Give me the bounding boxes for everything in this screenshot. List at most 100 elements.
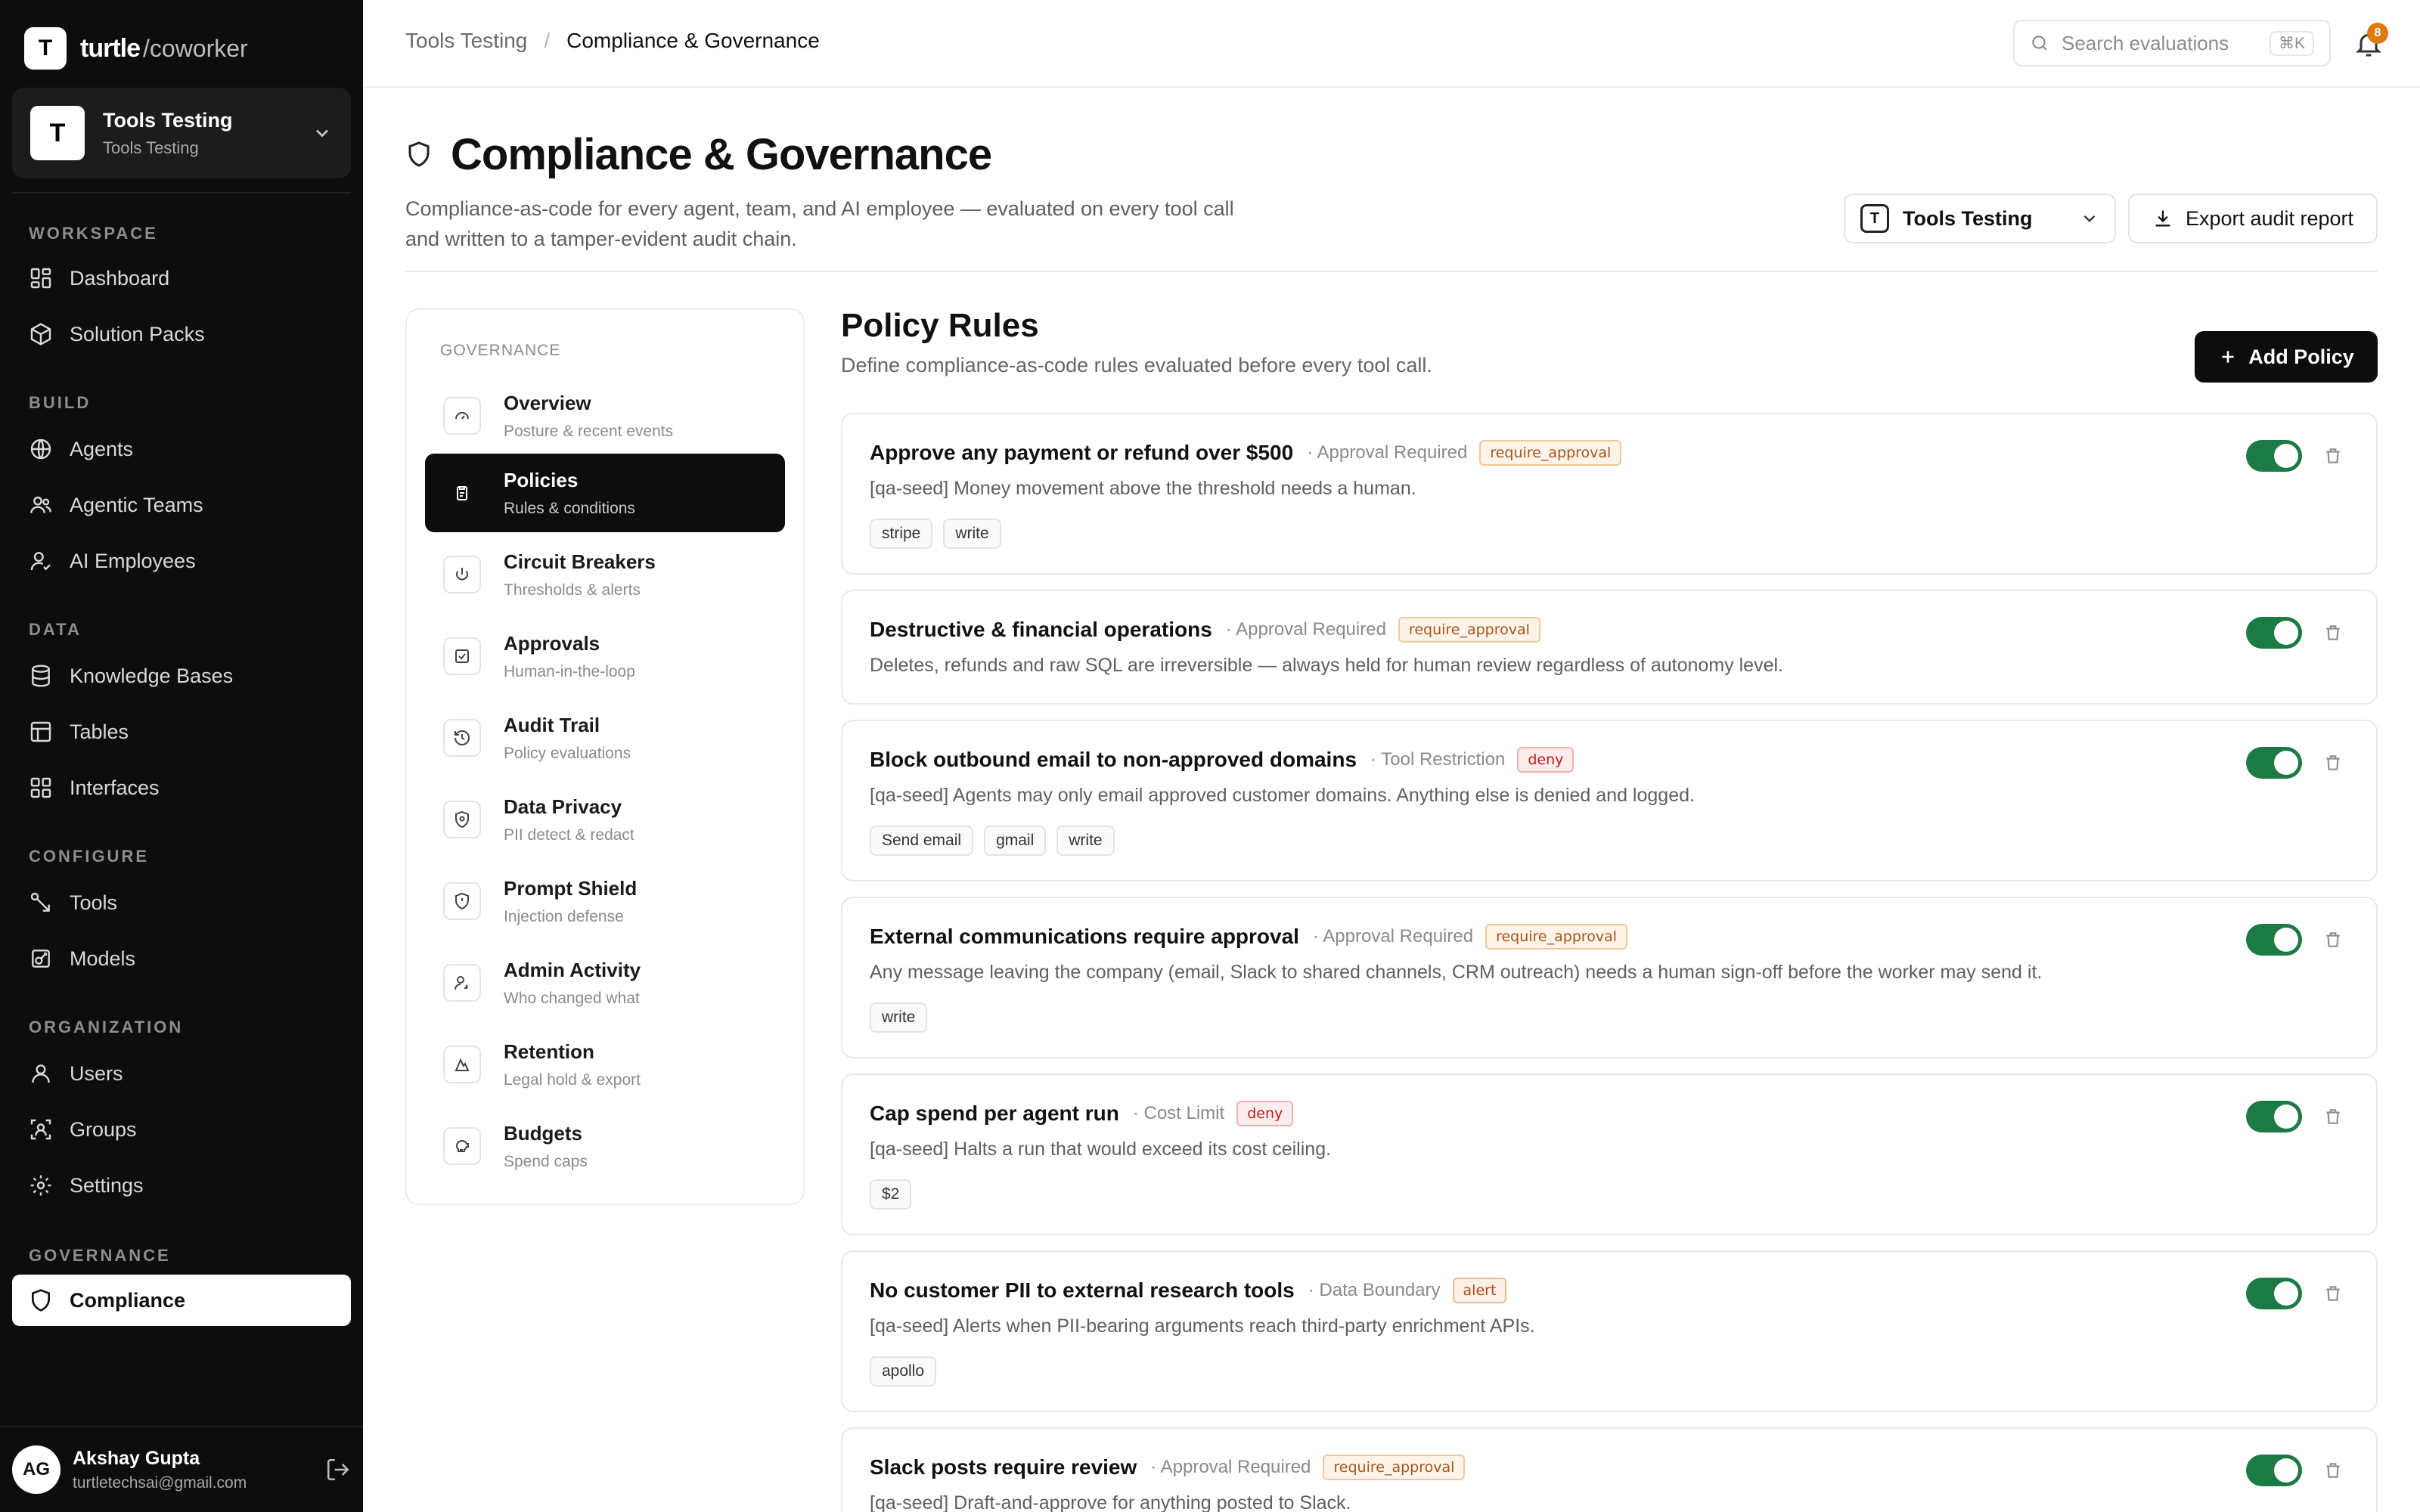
subnav-desc: PII detect & redact [504,826,634,844]
search-placeholder: Search evaluations [2062,31,2229,54]
package-icon [30,323,51,345]
policy-enabled-toggle[interactable] [2246,1101,2302,1132]
section-title: Policy Rules [841,307,1039,344]
subnav-item-overview[interactable]: Overview Posture & recent events [425,376,785,455]
organization-select[interactable]: T Tools Testing [1844,194,2116,243]
policy-enabled-toggle[interactable] [2246,617,2302,649]
subnav-item-data-privacy[interactable]: Data Privacy PII detect & redact [425,780,785,859]
search-input[interactable]: Search evaluations ⌘K [2013,20,2331,67]
sidebar-item-knowledge-bases[interactable]: Knowledge Bases [12,650,351,702]
sidebar-item-dashboard[interactable]: Dashboard [12,253,351,304]
sidebar-item-models[interactable]: Models [12,933,351,984]
trash-icon[interactable] [2323,930,2343,950]
subnav-title: Policies [504,468,579,491]
subnav-item-budgets[interactable]: Budgets Spend caps [425,1107,785,1185]
prompt-shield-icon [455,892,469,910]
export-label: Export audit report [2185,206,2354,230]
policy-enabled-toggle[interactable] [2246,440,2302,472]
page-description: Compliance-as-code for every agent, team… [405,197,1234,250]
sidebar-item-tools[interactable]: Tools [12,877,351,928]
brand-name: turtle [80,33,141,63]
subnav-item-policies[interactable]: Policies Rules & conditions [425,454,785,532]
table-icon [30,721,51,742]
export-audit-report-button[interactable]: Export audit report [2128,194,2378,243]
sidebar-divider [12,192,351,194]
trash-icon[interactable] [2323,1107,2343,1126]
policy-description: [qa-seed] Agents may only email approved… [870,785,1695,806]
add-policy-button[interactable]: Add Policy [2195,331,2378,383]
policy-kind: · Tool Restriction [1370,749,1506,770]
policy-tag: Send email [870,826,974,856]
subnav-item-audit-trail[interactable]: Audit Trail Policy evaluations [425,699,785,777]
subnav-item-circuit-breakers[interactable]: Circuit Breakers Thresholds & alerts [425,535,785,614]
policy-action-badge: require_approval [1398,617,1540,643]
sidebar-item-compliance[interactable]: Compliance [12,1275,351,1326]
sidebar-item-interfaces[interactable]: Interfaces [12,762,351,813]
shield-icon [408,141,430,167]
chevron-down-icon [316,129,328,138]
subnav-title: Prompt Shield [504,876,638,900]
history-icon [455,730,470,745]
trash-icon[interactable] [2323,1461,2343,1480]
group-icon [30,1119,51,1140]
download-icon [2155,210,2170,227]
trash-icon[interactable] [2323,753,2343,773]
sidebar-item-users[interactable]: Users [12,1048,351,1099]
sidebar-item-label: Groups [70,1117,137,1141]
sidebar-item-label: AI Employees [70,549,196,572]
subnav-item-prompt-shield[interactable]: Prompt Shield Injection defense [425,862,785,940]
policy-enabled-toggle[interactable] [2246,1278,2302,1309]
policy-action-badge: require_approval [1479,440,1622,466]
sidebar-item-solution-packs[interactable]: Solution Packs [12,308,351,360]
subnav-item-admin-activity[interactable]: Admin Activity Who changed what [425,943,785,1022]
sidebar-item-agents[interactable]: Agents [12,423,351,475]
user-divider [0,1426,363,1427]
breadcrumb-parent[interactable]: Tools Testing [405,29,527,53]
brand[interactable]: T turtle /coworker [24,27,248,70]
admin-user-icon [455,976,469,990]
policy-card[interactable]: Destructive & financial operations · App… [841,590,2378,705]
policy-enabled-toggle[interactable] [2246,747,2302,779]
subnav-item-approvals[interactable]: Approvals Human-in-the-loop [425,617,785,696]
topbar: Tools Testing / Compliance & Governance … [363,0,2420,88]
policy-card[interactable]: Cap spend per agent run · Cost Limit den… [841,1074,2378,1235]
subnav-desc: Legal hold & export [504,1070,641,1089]
policy-enabled-toggle[interactable] [2246,924,2302,956]
policy-card[interactable]: Slack posts require review · Approval Re… [841,1427,2378,1512]
subnav-item-retention[interactable]: Retention Legal hold & export [425,1025,785,1104]
policy-enabled-toggle[interactable] [2246,1455,2302,1486]
sidebar-item-ai-employees[interactable]: AI Employees [12,535,351,587]
user-email: turtletechsai@gmail.com [73,1473,247,1492]
sidebar-item-label: Dashboard [70,266,170,290]
user-profile[interactable]: AG Akshay Gupta turtletechsai@gmail.com [12,1433,351,1506]
sidebar-item-label: Users [70,1061,123,1085]
workspace-switcher[interactable]: T Tools Testing Tools Testing [12,88,351,178]
subnav-title: Overview [504,391,591,414]
policy-name: Approve any payment or refund over $500 [870,441,1294,464]
notification-badge: 8 [2367,23,2388,44]
trash-icon[interactable] [2323,446,2343,466]
nav-section-configure: CONFIGURE [29,847,149,866]
policy-card[interactable]: No customer PII to external research too… [841,1250,2378,1412]
policy-card[interactable]: Block outbound email to non-approved dom… [841,720,2378,881]
sidebar-item-agentic-teams[interactable]: Agentic Teams [12,479,351,531]
trash-icon[interactable] [2323,1284,2343,1303]
clipboard-icon [457,486,467,500]
nav-section-workspace: WORKSPACE [29,224,158,243]
policy-tag: write [943,519,1001,549]
trash-icon[interactable] [2323,623,2343,643]
sidebar-item-label: Tables [70,720,129,743]
policy-tag: write [870,1002,928,1033]
policy-tag: $2 [870,1179,912,1210]
policy-tag: stripe [870,519,933,549]
sidebar-item-groups[interactable]: Groups [12,1104,351,1155]
policy-card[interactable]: Approve any payment or refund over $500 … [841,413,2378,575]
policy-card[interactable]: External communications require approval… [841,897,2378,1058]
logout-icon[interactable] [325,1457,351,1483]
sidebar-item-tables[interactable]: Tables [12,706,351,758]
sidebar-item-settings[interactable]: Settings [12,1160,351,1211]
checkbox-icon [455,649,469,663]
policy-name: Slack posts require review [870,1455,1137,1479]
breadcrumb-separator: / [544,29,551,52]
budget-icon [455,1139,469,1152]
